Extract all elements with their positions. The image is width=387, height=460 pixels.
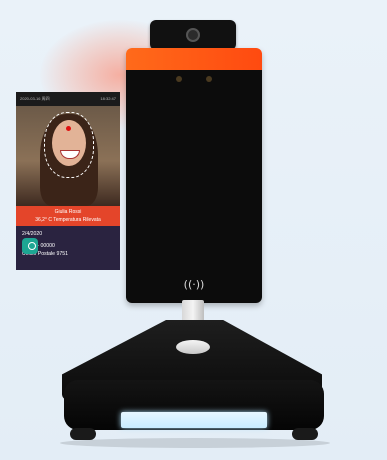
status-time: 18:32:47 (100, 96, 116, 101)
nfc-icon: ((·)) (183, 278, 205, 291)
foot-right (292, 428, 318, 440)
temperature-reading: 36,2° C Temperatura Rilevata (35, 217, 101, 223)
sensor-left (176, 76, 182, 82)
orange-header-band (126, 48, 262, 70)
person-name: Giulia Rossi (54, 209, 82, 215)
kiosk-screen: 2020-03-16 周四 18:32:47 Giulia Rossi 36,2… (16, 92, 120, 270)
ground-shadow (60, 438, 330, 448)
face-detection-outline (44, 112, 94, 178)
base-led-bar (121, 412, 267, 428)
camera-module (150, 20, 236, 50)
check-circle-icon (22, 238, 38, 254)
sensor-right (206, 76, 212, 82)
camera-feed (16, 106, 120, 206)
tablet-bezel (126, 70, 262, 303)
detection-result-bar: Giulia Rossi 36,2° C Temperatura Rilevat… (16, 206, 120, 226)
kiosk-tablet: ((·)) (126, 48, 262, 303)
camera-icon (186, 28, 200, 42)
product-photo-frame: ((·)) 2020-03-16 周四 18:32:47 Giulia Ross… (0, 0, 387, 460)
foot-left (70, 428, 96, 440)
info-date: 2/4/2020 (22, 231, 43, 237)
status-ring (28, 242, 36, 250)
status-date: 2020-03-16 周四 (20, 96, 50, 101)
info-panel: 2/4/2020 Roma - 00000 Ufficio Postale 97… (16, 226, 120, 270)
status-bar: 2020-03-16 周四 18:32:47 (16, 92, 120, 106)
pole-collar (176, 340, 210, 354)
